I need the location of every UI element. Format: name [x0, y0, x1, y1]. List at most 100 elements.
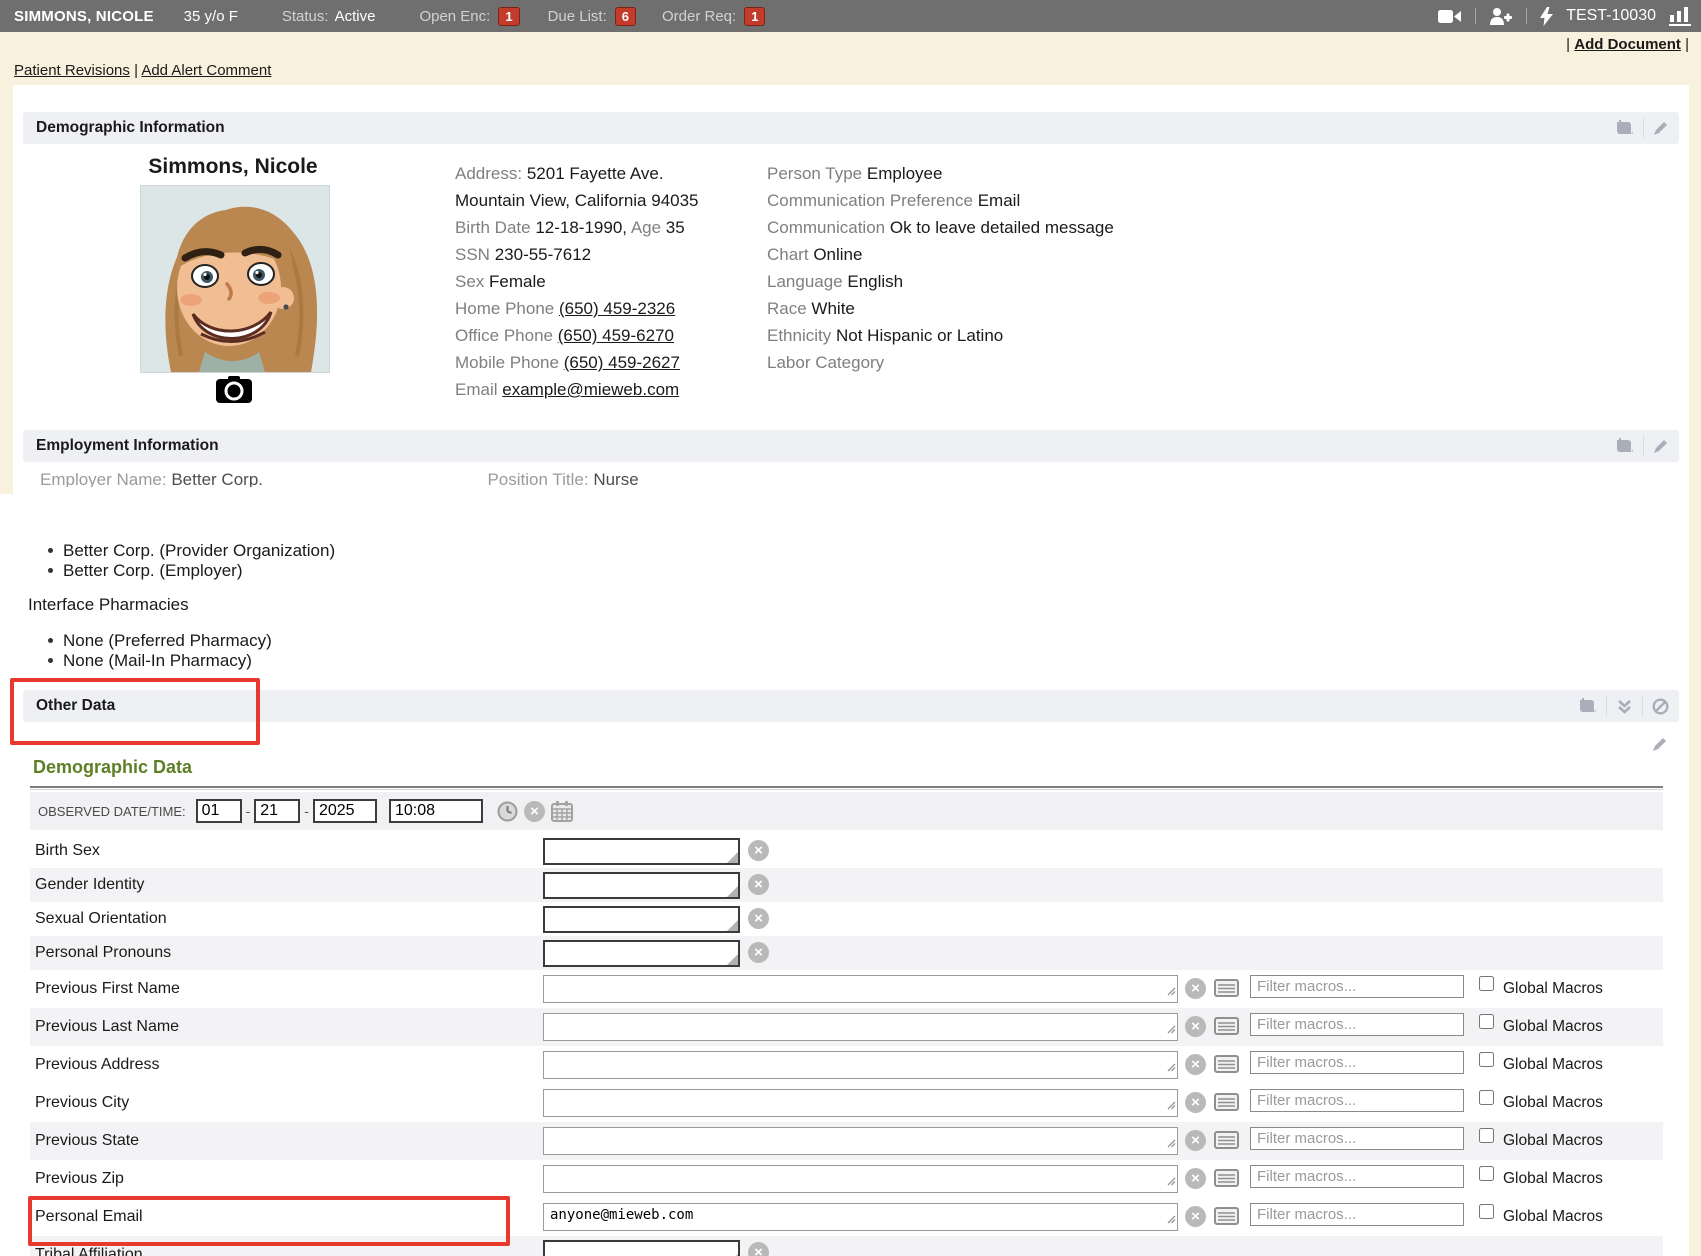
email-link[interactable]: example@mieweb.com [502, 380, 679, 399]
clock-icon[interactable] [497, 801, 518, 822]
row-label: Previous Last Name [35, 1018, 179, 1036]
pharmacy-list-item: None (Preferred Pharmacy) [48, 631, 272, 651]
macro-list-icon[interactable] [1214, 1169, 1239, 1192]
journal-icon[interactable] [1615, 438, 1634, 454]
add-person-icon[interactable] [1489, 7, 1513, 25]
observed-year-input[interactable] [313, 799, 377, 823]
video-call-icon[interactable] [1438, 9, 1462, 24]
edit-pencil-icon[interactable] [1653, 438, 1669, 454]
journal-icon[interactable] [1578, 698, 1597, 714]
clear-field-icon[interactable]: × [1185, 1016, 1206, 1037]
topbar-actions: TEST-10030 [1438, 0, 1691, 32]
macro-list-icon[interactable] [1214, 979, 1239, 1002]
macro-list-icon[interactable] [1214, 1017, 1239, 1040]
previous-zip-textarea[interactable] [543, 1165, 1178, 1193]
filter-macros-input[interactable] [1250, 975, 1464, 998]
form-row-personal-email: Personal Email anyone@mieweb.com × Globa… [30, 1198, 1663, 1236]
filter-macros-input[interactable] [1250, 1013, 1464, 1036]
clear-field-icon[interactable]: × [1185, 1206, 1206, 1227]
clear-field-icon[interactable]: × [748, 840, 769, 861]
clear-field-icon[interactable]: × [1185, 1168, 1206, 1189]
bullet-dot [48, 658, 53, 663]
birth-sex-input[interactable] [543, 838, 740, 865]
mobile-phone-link[interactable]: (650) 459-2627 [564, 353, 680, 372]
field-value: Mountain View, California 94035 [455, 191, 699, 210]
form-row-previous-state: Previous State × Global Macros [30, 1122, 1663, 1160]
clear-field-icon[interactable]: × [1185, 978, 1206, 999]
patient-photo[interactable] [140, 185, 330, 373]
global-macros-checkbox[interactable] [1479, 976, 1494, 991]
resize-grip[interactable] [727, 852, 738, 863]
clear-field-icon[interactable]: × [748, 908, 769, 929]
previous-state-textarea[interactable] [543, 1127, 1178, 1155]
patient-revisions-link[interactable]: Patient Revisions [14, 62, 130, 79]
filter-macros-input[interactable] [1250, 1203, 1464, 1226]
clear-datetime-icon[interactable]: × [524, 801, 545, 822]
clear-field-icon[interactable]: × [1185, 1130, 1206, 1151]
quick-action-bolt-icon[interactable] [1540, 7, 1553, 26]
clear-field-icon[interactable]: × [748, 942, 769, 963]
tribal-affiliation-input[interactable] [543, 1240, 740, 1256]
previous-first-name-textarea[interactable] [543, 975, 1178, 1003]
clear-field-icon[interactable]: × [1185, 1092, 1206, 1113]
field-label: Address: [455, 164, 522, 183]
open-enc-badge[interactable]: 1 [498, 7, 519, 26]
macro-list-icon[interactable] [1214, 1055, 1239, 1078]
form-row-sexual-orientation: Sexual Orientation × [30, 902, 1663, 936]
field-value: Female [489, 272, 546, 291]
flowsheet-chart-icon[interactable] [1669, 7, 1691, 26]
disable-circle-slash-icon[interactable] [1652, 698, 1669, 715]
home-phone-link[interactable]: (650) 459-2326 [559, 299, 675, 318]
topbar-separator [1475, 8, 1476, 24]
personal-email-textarea[interactable]: anyone@mieweb.com [543, 1203, 1178, 1231]
office-phone-link[interactable]: (650) 459-6270 [558, 326, 674, 345]
journal-icon[interactable] [1615, 120, 1634, 136]
clear-field-icon[interactable]: × [1185, 1054, 1206, 1075]
camera-upload-photo-icon[interactable] [216, 376, 252, 403]
field-label: Email [455, 380, 498, 399]
filter-macros-input[interactable] [1250, 1165, 1464, 1188]
personal-pronouns-input[interactable] [543, 940, 740, 967]
order-req-badge[interactable]: 1 [744, 7, 765, 26]
global-macros-checkbox[interactable] [1479, 1166, 1494, 1181]
clear-field-icon[interactable]: × [748, 874, 769, 895]
observed-month-input[interactable] [196, 799, 242, 823]
due-list-badge[interactable]: 6 [615, 7, 636, 26]
previous-last-name-textarea[interactable] [543, 1013, 1178, 1041]
global-macros-checkbox[interactable] [1479, 1014, 1494, 1029]
row-label: Previous Address [35, 1056, 160, 1074]
calendar-icon[interactable] [551, 801, 573, 822]
edit-pencil-icon[interactable] [1652, 736, 1668, 752]
status-value: Active [335, 8, 376, 25]
form-row-previous-last-name: Previous Last Name × Global Macros [30, 1008, 1663, 1046]
sexual-orientation-input[interactable] [543, 906, 740, 933]
previous-address-textarea[interactable] [543, 1051, 1178, 1079]
resize-grip[interactable] [727, 920, 738, 931]
macro-list-icon[interactable] [1214, 1131, 1239, 1154]
resize-grip[interactable] [727, 954, 738, 965]
collapse-double-chevron-icon[interactable] [1616, 699, 1633, 714]
open-enc-label: Open Enc: [419, 8, 490, 25]
add-alert-comment-link[interactable]: Add Alert Comment [141, 62, 271, 79]
observed-day-input[interactable] [254, 799, 300, 823]
filter-macros-input[interactable] [1250, 1089, 1464, 1112]
add-document-link[interactable]: Add Document [1574, 36, 1681, 53]
global-macros-checkbox[interactable] [1479, 1128, 1494, 1143]
pharmacy-item-text: None (Preferred Pharmacy) [63, 631, 272, 650]
field-label: Person Type [767, 164, 862, 183]
previous-city-textarea[interactable] [543, 1089, 1178, 1117]
gender-identity-input[interactable] [543, 872, 740, 899]
global-macros-checkbox[interactable] [1479, 1052, 1494, 1067]
global-macros-checkbox[interactable] [1479, 1204, 1494, 1219]
field-label: Mobile Phone [455, 353, 559, 372]
filter-macros-input[interactable] [1250, 1127, 1464, 1150]
resize-grip[interactable] [727, 886, 738, 897]
macro-list-icon[interactable] [1214, 1207, 1239, 1230]
field-label: Race [767, 299, 807, 318]
global-macros-checkbox[interactable] [1479, 1090, 1494, 1105]
macro-list-icon[interactable] [1214, 1093, 1239, 1116]
clear-field-icon[interactable]: × [748, 1242, 769, 1256]
edit-pencil-icon[interactable] [1653, 120, 1669, 136]
filter-macros-input[interactable] [1250, 1051, 1464, 1074]
observed-time-input[interactable] [389, 799, 483, 823]
